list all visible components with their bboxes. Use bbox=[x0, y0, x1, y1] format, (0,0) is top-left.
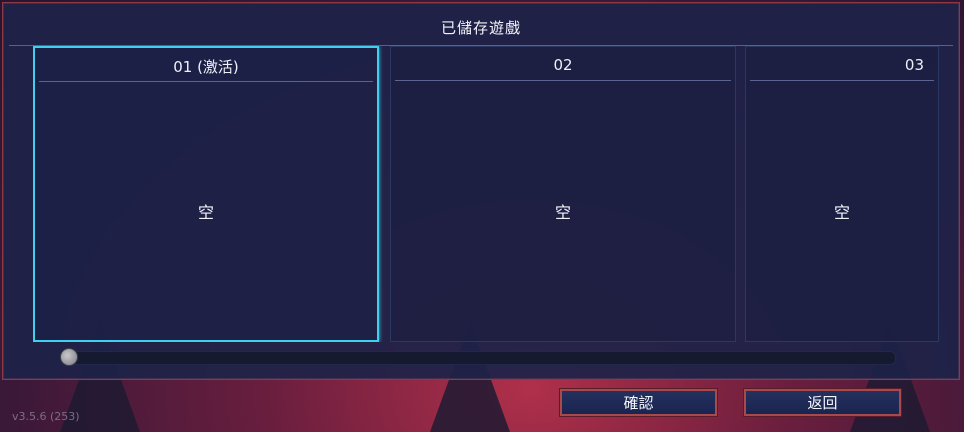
save-slot-content: 空 bbox=[197, 203, 214, 222]
save-slot-header: 03 bbox=[750, 50, 934, 81]
save-slot-list: 01 (激活) 空 02 空 03 空 bbox=[33, 46, 939, 342]
panel-title: 已儲存遊戲 bbox=[440, 18, 521, 37]
confirm-button[interactable]: 確認 bbox=[559, 388, 718, 417]
version-label: v3.5.6 (253) bbox=[12, 410, 80, 423]
save-slot-header: 01 (激活) bbox=[39, 51, 373, 82]
slot-scrollbar-thumb[interactable] bbox=[60, 348, 78, 366]
panel-header: 已儲存遊戲 bbox=[9, 9, 953, 46]
save-slot-header: 02 bbox=[395, 50, 731, 81]
save-slot-content: 空 bbox=[554, 203, 571, 222]
save-slot-02[interactable]: 02 空 bbox=[390, 46, 736, 342]
back-button[interactable]: 返回 bbox=[743, 388, 902, 417]
save-slot-01[interactable]: 01 (激活) 空 bbox=[33, 46, 379, 342]
save-slot-03[interactable]: 03 空 bbox=[745, 46, 939, 342]
save-slot-content: 空 bbox=[833, 203, 850, 222]
slot-scrollbar-track[interactable] bbox=[62, 351, 896, 365]
